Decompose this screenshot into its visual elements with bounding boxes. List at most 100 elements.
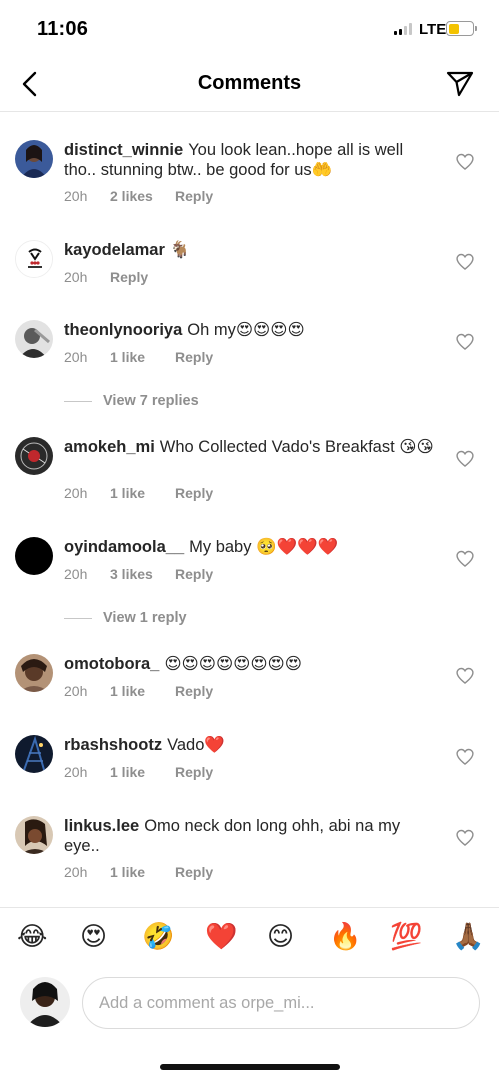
comment-time: 20h: [64, 864, 88, 880]
comment-time: 20h: [64, 349, 88, 365]
comment-username[interactable]: kayodelamar: [64, 241, 165, 259]
comment-likes[interactable]: 1 like: [110, 764, 175, 780]
status-time: 11:06: [37, 18, 89, 40]
heart-icon[interactable]: [455, 666, 475, 686]
heart-icon[interactable]: [455, 549, 475, 569]
view-replies-label: View 7 replies: [103, 393, 199, 409]
comment-emoji: 🥺❤️❤️❤️: [256, 537, 339, 556]
emoji-button-hundred[interactable]: 💯: [390, 922, 422, 952]
emoji-button-red-heart[interactable]: ❤️: [205, 922, 237, 952]
emoji-button-smile[interactable]: 😊: [267, 922, 294, 952]
comment-time: 20h: [64, 683, 88, 699]
comment-time: 20h: [64, 764, 88, 780]
reply-button[interactable]: Reply: [175, 864, 213, 880]
cellular-signal-icon: [394, 23, 412, 35]
reply-button[interactable]: Reply: [175, 566, 213, 582]
comment-likes[interactable]: 2 likes: [110, 188, 175, 204]
avatar[interactable]: [15, 735, 53, 773]
heart-icon[interactable]: [455, 332, 475, 352]
comment-time: 20h: [64, 188, 88, 204]
comment-meta: 20h 1 like Reply: [64, 485, 213, 501]
comment-text: amokeh_mi Who Collected Vado's Breakfast …: [64, 437, 434, 457]
battery-tip: [475, 26, 477, 31]
comment-likes[interactable]: 1 like: [110, 864, 175, 880]
comment-meta: 20h 2 likes Reply: [64, 188, 213, 204]
emoji-button-laughing[interactable]: 😂: [17, 922, 47, 952]
nav-bar: Comments: [0, 58, 499, 112]
comment-likes[interactable]: 1 like: [110, 683, 175, 699]
reply-button[interactable]: Reply: [175, 349, 213, 365]
comment-input[interactable]: [82, 977, 480, 1029]
battery-icon: [446, 21, 474, 36]
avatar[interactable]: [15, 537, 53, 575]
reply-button[interactable]: Reply: [175, 485, 213, 501]
avatar[interactable]: [15, 140, 53, 178]
view-replies-button[interactable]: View 1 reply: [64, 610, 187, 626]
comment-body: Who Collected Vado's Breakfast: [159, 438, 395, 456]
comment-body: My baby: [189, 538, 252, 556]
replies-divider: [64, 617, 92, 619]
emoji-button-pray[interactable]: 🙏🏾: [452, 922, 484, 952]
comment-body: Vado: [167, 736, 205, 754]
emoji-button-fire[interactable]: 🔥: [329, 922, 361, 952]
comment-username[interactable]: amokeh_mi: [64, 438, 155, 456]
comment-text: rbashshootz Vado❤️: [64, 735, 434, 755]
replies-divider: [64, 400, 92, 402]
reply-button[interactable]: Reply: [175, 188, 213, 204]
comment-time: 20h: [64, 566, 88, 582]
status-bar: 11:06 LTE: [0, 0, 499, 58]
comment-emoji: 😘😘: [399, 437, 434, 456]
avatar[interactable]: [15, 240, 53, 278]
comment-text: kayodelamar 🐐: [64, 240, 434, 260]
comment-emoji: 😍😍😍😍: [235, 320, 305, 339]
comment-composer: [0, 969, 499, 1041]
current-user-avatar: [20, 977, 70, 1027]
comment-likes[interactable]: 3 likes: [110, 566, 175, 582]
comment-time: 20h: [64, 269, 88, 285]
reply-button[interactable]: Reply: [175, 683, 213, 699]
comment-likes[interactable]: 1 like: [110, 349, 175, 365]
comment-time: 20h: [64, 485, 88, 501]
comment-username[interactable]: rbashshootz: [64, 736, 162, 754]
comment-meta: 20h 3 likes Reply: [64, 566, 213, 582]
network-type: LTE: [419, 21, 447, 38]
comment-username[interactable]: omotobora_: [64, 655, 159, 673]
emoji-button-rofl[interactable]: 🤣: [142, 922, 174, 952]
comment-text: omotobora_ 😍😍😍😍😍😍😍😍: [64, 654, 434, 674]
share-button[interactable]: [442, 66, 478, 102]
heart-icon[interactable]: [455, 828, 475, 848]
quick-emoji-bar: 😂 😍 🤣 ❤️ 😊 🔥 💯 🙏🏾: [0, 907, 499, 969]
view-replies-label: View 1 reply: [103, 610, 187, 626]
paper-plane-icon: [446, 71, 474, 97]
reply-button[interactable]: Reply: [175, 764, 213, 780]
avatar[interactable]: [15, 320, 53, 358]
comment-emoji: 🐐: [169, 240, 191, 259]
avatar[interactable]: [15, 437, 53, 475]
avatar[interactable]: [15, 816, 53, 854]
comment-username[interactable]: distinct_winnie: [64, 141, 183, 159]
comment-username[interactable]: linkus.lee: [64, 817, 139, 835]
emoji-button-heart-eyes[interactable]: 😍: [80, 922, 107, 952]
comment-emoji: ❤️: [204, 735, 225, 754]
comment-likes[interactable]: 1 like: [110, 485, 175, 501]
comment-meta: 20h 1 like Reply: [64, 764, 213, 780]
comment-username[interactable]: oyindamoola__: [64, 538, 184, 556]
reply-button[interactable]: Reply: [110, 269, 148, 285]
heart-icon[interactable]: [455, 449, 475, 469]
heart-icon[interactable]: [455, 152, 475, 172]
home-indicator: [160, 1064, 340, 1070]
comment-text: distinct_winnie You look lean..hope all i…: [64, 140, 434, 180]
comment-meta: 20h 1 like Reply: [64, 864, 213, 880]
comment-emoji: 🤲: [311, 160, 333, 179]
page-title: Comments: [197, 72, 302, 94]
comment-username[interactable]: theonlynooriya: [64, 321, 182, 339]
comment-meta: 20h 1 like Reply: [64, 683, 213, 699]
heart-icon[interactable]: [455, 252, 475, 272]
comment-body: Oh my: [187, 321, 236, 339]
comment-meta: 20h 1 like Reply: [64, 349, 213, 365]
view-replies-button[interactable]: View 7 replies: [64, 393, 199, 409]
heart-icon[interactable]: [455, 747, 475, 767]
comment-text: linkus.lee Omo neck don long ohh, abi na …: [64, 816, 434, 856]
comment-meta: 20h Reply: [64, 269, 148, 285]
avatar[interactable]: [15, 654, 53, 692]
